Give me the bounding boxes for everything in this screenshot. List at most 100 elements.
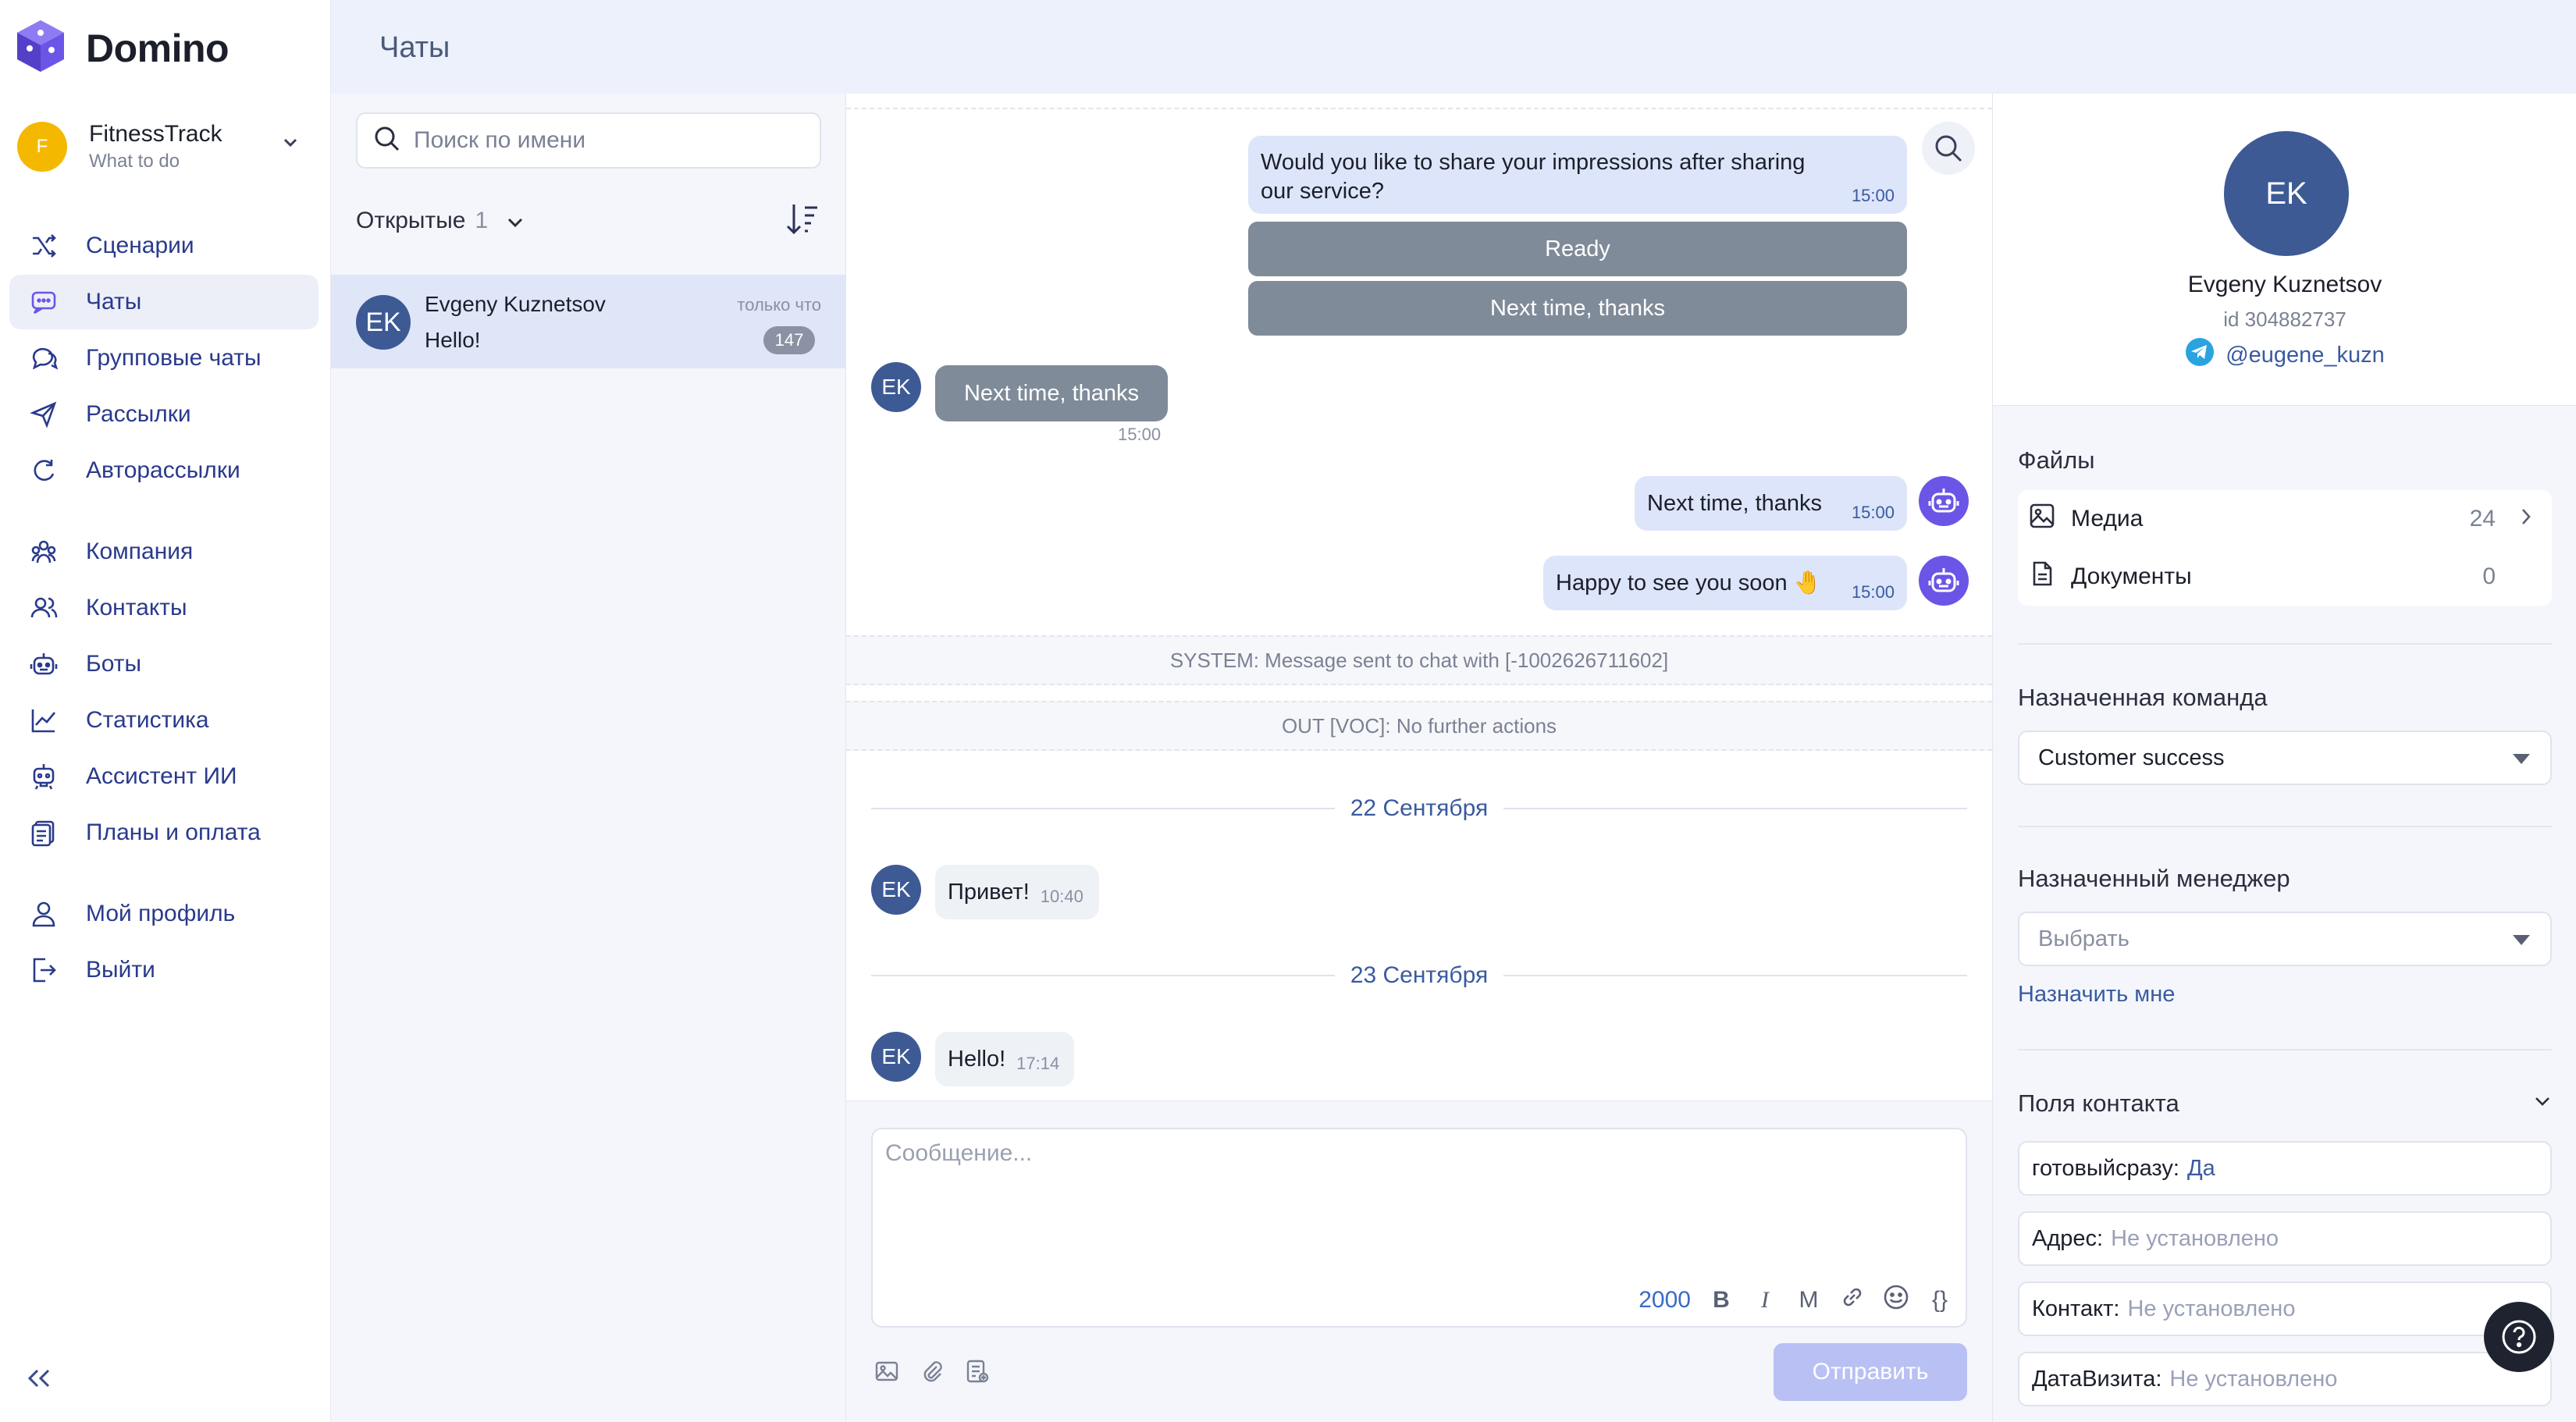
nav-item-company[interactable]: Компания [9, 524, 318, 579]
media-label: Медиа [2071, 506, 2144, 531]
collapse-sidebar-icon[interactable] [27, 1367, 52, 1393]
field-value: Не установлено [2169, 1366, 2338, 1392]
contact-field-ready[interactable]: готовыйсразу: Да [2018, 1141, 2552, 1196]
chat-last-message: Hello! [425, 328, 481, 352]
nav-item-profile[interactable]: Мой профиль [9, 887, 318, 941]
group-chat-icon [28, 343, 59, 374]
nav-item-contacts[interactable]: Контакты [9, 581, 318, 635]
nav-item-group-chats[interactable]: Групповые чаты [9, 331, 318, 386]
manager-placeholder: Выбрать [2038, 926, 2129, 951]
nav-item-mailings[interactable]: Рассылки [9, 387, 318, 442]
system-message: OUT [VOC]: No further actions [846, 701, 1992, 751]
media-count: 24 [2469, 506, 2496, 531]
link-icon[interactable] [1839, 1285, 1866, 1316]
paperclip-icon[interactable] [920, 1359, 945, 1388]
nav-item-statistics[interactable]: Статистика [9, 693, 318, 748]
company-subtitle: What to do [89, 151, 180, 172]
manager-select[interactable]: Выбрать [2018, 912, 2552, 966]
nav-item-bots[interactable]: Боты [9, 637, 318, 691]
field-label: Адрес: [2032, 1225, 2104, 1251]
nav-item-scenarios[interactable]: Сценарии [9, 219, 318, 273]
chat-time: только что [737, 295, 821, 315]
chevron-down-icon[interactable] [2534, 1096, 2551, 1111]
nav-label: Планы и оплата [86, 819, 261, 845]
search-icon [373, 125, 401, 157]
chevron-down-icon [283, 137, 298, 152]
search-box[interactable] [356, 112, 821, 169]
help-button[interactable] [2484, 1302, 2554, 1372]
contact-field-address[interactable]: Адрес: Не установлено [2018, 1211, 2552, 1266]
telegram-icon [2185, 337, 2215, 373]
field-value: Не установлено [2111, 1225, 2279, 1251]
domino-cube-icon [16, 19, 66, 77]
logo[interactable]: Domino [16, 19, 229, 77]
template-icon[interactable] [965, 1359, 990, 1388]
char-counter: 2000 [1638, 1287, 1691, 1313]
contact-name: Evgeny Kuznetsov [2187, 272, 2382, 297]
nav-item-logout[interactable]: Выйти [9, 943, 318, 997]
documents-row[interactable]: Документы 0 [2018, 548, 2552, 606]
keyboard-button-next-time[interactable]: Next time, thanks [1248, 281, 1907, 336]
contact-field-visit-date[interactable]: ДатаВизита: Не установлено [2018, 1352, 2552, 1406]
message-time: 10:40 [1040, 887, 1083, 906]
message-thread[interactable]: Would you like to share your impressions… [846, 94, 1992, 1100]
contact-field-contact[interactable]: Контакт: Не установлено [2018, 1282, 2552, 1336]
ai-assistant-icon [28, 761, 59, 792]
variables-button[interactable]: {} [1927, 1287, 1953, 1314]
italic-button[interactable]: I [1752, 1287, 1778, 1314]
filter-label: Открытые [356, 208, 466, 233]
monospace-button[interactable]: M [1795, 1287, 1822, 1314]
message-text: Would you like to share your impressions… [1261, 150, 1806, 204]
auto-send-icon [28, 455, 59, 486]
nav-label: Выйти [86, 957, 155, 983]
chat-list-item[interactable]: EK Evgeny Kuznetsov Hello! только что 14… [331, 275, 846, 368]
search-input[interactable] [414, 127, 804, 154]
team-select[interactable]: Customer success [2018, 731, 2552, 785]
message-text: Next time, thanks [1647, 490, 1823, 516]
company-switcher[interactable]: F FitnessTrack What to do [17, 116, 314, 178]
nav-item-billing[interactable]: Планы и оплата [9, 805, 318, 860]
message-input-box[interactable]: 2000 B I M {} [871, 1128, 1967, 1328]
avatar: EK [356, 295, 411, 350]
nav-label: Компания [86, 539, 194, 564]
message-text: Hello! [948, 1046, 1006, 1072]
message-outgoing: Happy to see you soon 🤚 15:00 [1543, 556, 1907, 610]
date-label: 23 Сентября [1350, 962, 1489, 988]
bold-button[interactable]: B [1708, 1287, 1735, 1314]
message-incoming: Привет! 10:40 [935, 865, 1099, 919]
status-filter[interactable]: Открытые 1 [356, 208, 524, 234]
bot-icon [28, 649, 59, 680]
bot-avatar-icon [1919, 476, 1969, 526]
sort-icon[interactable] [785, 201, 820, 241]
company-icon [28, 536, 59, 567]
media-row[interactable]: Медиа 24 [2018, 490, 2552, 548]
contact-id: id 304882737 [2223, 308, 2347, 331]
keyboard-button-ready[interactable]: Ready [1248, 222, 1907, 276]
emoji-icon[interactable] [1883, 1284, 1909, 1317]
contact-profile: EK Evgeny Kuznetsov id 304882737 @eugene… [1993, 94, 2576, 406]
message-time: 15:00 [1851, 503, 1895, 522]
separator-line [1503, 975, 1968, 976]
nav-gap [9, 499, 318, 524]
date-label: 22 Сентября [1350, 795, 1489, 821]
shuffle-icon [28, 230, 59, 261]
image-attach-icon[interactable] [874, 1359, 899, 1388]
nav-item-chats[interactable]: Чаты [9, 275, 318, 329]
nav-item-ai-assistant[interactable]: Ассистент ИИ [9, 749, 318, 804]
nav-label: Сценарии [86, 233, 194, 258]
message-text: Happy to see you soon 🤚 [1556, 571, 1822, 595]
chat-icon [28, 286, 59, 318]
message-search-icon[interactable] [1922, 122, 1975, 175]
telegram-link[interactable]: @eugene_kuzn [1993, 337, 2576, 373]
message-input[interactable] [885, 1140, 1947, 1257]
nav-item-auto-mailings[interactable]: Авторассылки [9, 443, 318, 498]
documents-count: 0 [2482, 563, 2496, 589]
caret-down-icon [2513, 754, 2530, 764]
nav-label: Чаты [86, 289, 142, 315]
document-icon [2029, 560, 2055, 593]
assign-me-link[interactable]: Назначить мне [2018, 982, 2175, 1008]
send-button[interactable]: Отправить [1774, 1343, 1967, 1401]
date-separator: 23 Сентября [871, 960, 1968, 991]
team-value: Customer success [2038, 745, 2225, 770]
contact-fields-title: Поля контакта [2018, 1090, 2179, 1117]
